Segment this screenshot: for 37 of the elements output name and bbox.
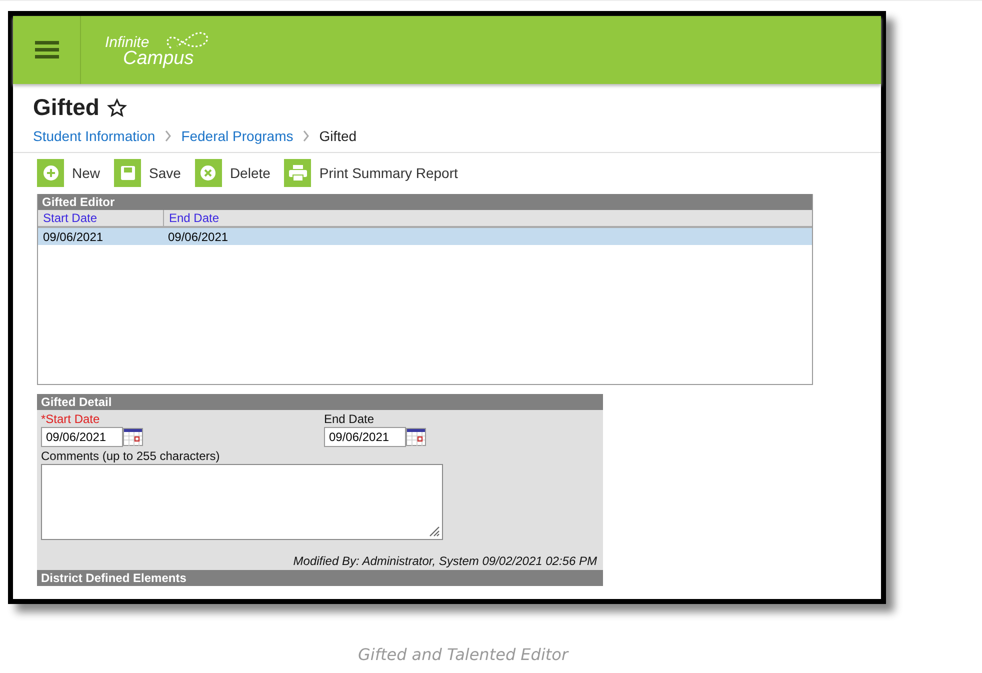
breadcrumb-link[interactable]: Student Information bbox=[33, 128, 156, 144]
save-button[interactable]: Save bbox=[114, 159, 181, 187]
field-label: Comments (up to 255 characters) bbox=[40, 448, 221, 463]
table-row[interactable]: 09/06/2021 09/06/2021 bbox=[38, 228, 812, 245]
calendar-icon[interactable] bbox=[406, 428, 426, 446]
comments-field[interactable] bbox=[41, 464, 443, 540]
table-cell-text: 09/06/2021 bbox=[42, 230, 104, 244]
floppy-icon bbox=[120, 166, 135, 180]
new-button[interactable]: New bbox=[37, 159, 100, 187]
plus-icon bbox=[42, 165, 58, 181]
logo-text: Infinite bbox=[105, 36, 150, 50]
delete-button[interactable]: Delete bbox=[194, 159, 270, 187]
menu-icon[interactable] bbox=[34, 40, 58, 60]
resize-grip-icon[interactable] bbox=[428, 525, 440, 537]
panel-title: Gifted Detail bbox=[37, 394, 603, 410]
chevron-icon bbox=[164, 130, 172, 142]
print-button[interactable]: Print Summary Report bbox=[284, 159, 458, 187]
date-field[interactable]: 09/06/2021 bbox=[324, 427, 406, 447]
breadcrumb-current: Gifted bbox=[319, 128, 357, 144]
star-icon[interactable] bbox=[107, 98, 128, 118]
page-title: Gifted bbox=[33, 94, 100, 121]
field-label: End Date bbox=[324, 412, 376, 426]
panel-title: Gifted Editor bbox=[38, 194, 812, 210]
caption: Gifted and Talented Editor bbox=[356, 645, 570, 664]
logo-text: Campus bbox=[122, 50, 194, 68]
column-header[interactable]: Start Date bbox=[38, 210, 164, 226]
column-header[interactable]: End Date bbox=[164, 210, 224, 226]
calendar-icon[interactable] bbox=[123, 428, 143, 446]
chevron-icon bbox=[302, 130, 310, 142]
table-cell-text: 09/06/2021 bbox=[167, 230, 230, 244]
breadcrumb-link[interactable]: Federal Programs bbox=[181, 128, 294, 144]
date-field[interactable]: 09/06/2021 bbox=[41, 427, 123, 447]
modified-note: Modified By: Administrator, System 09/02/2021 02:56 PM bbox=[292, 553, 598, 570]
printer-icon bbox=[288, 165, 307, 181]
section-title: District Defined Elements bbox=[37, 570, 603, 586]
field-label: *Start Date bbox=[41, 412, 101, 426]
x-circle-icon bbox=[200, 165, 216, 181]
